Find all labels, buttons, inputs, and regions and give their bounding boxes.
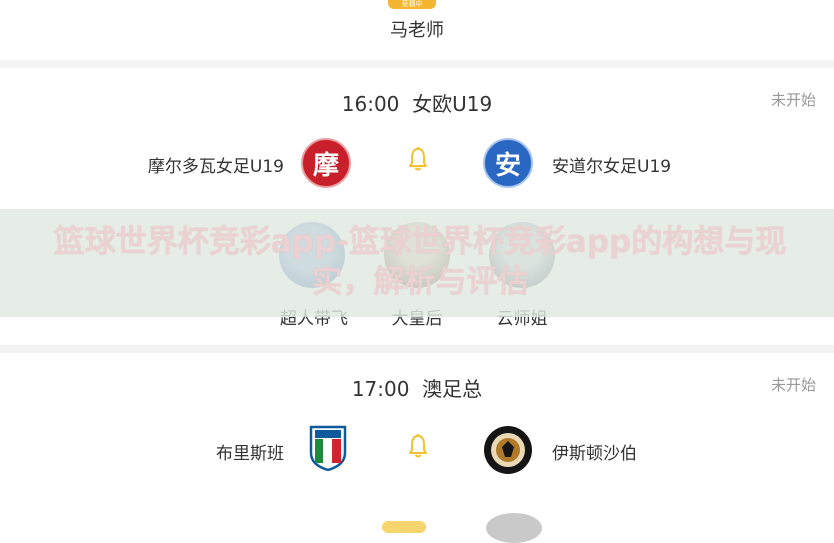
match-status: 未开始 xyxy=(770,91,816,109)
brisbane-crest-icon xyxy=(309,425,347,471)
match-status: 未开始 xyxy=(770,376,816,394)
status-badge xyxy=(382,521,426,533)
match-time-league: 16:00 女欧U19 xyxy=(0,88,834,117)
match-card[interactable]: 16:00 女欧U19 未开始 摩尔多瓦女足U19 摩 安 安道尔女足U19 xyxy=(0,68,834,200)
home-team-name: 摩尔多瓦女足U19 xyxy=(147,157,284,177)
home-team-logo: 摩 xyxy=(301,138,351,188)
bell-icon[interactable] xyxy=(407,433,429,459)
status-badge: 竞猜中 xyxy=(388,0,436,9)
expert-avatar[interactable] xyxy=(486,513,542,543)
match-card[interactable]: 17:00 澳足总 未开始 布里斯班 伊斯顿沙伯 xyxy=(0,353,834,543)
banner-title: 篮球世界杯竞彩app-篮球世界杯竞彩app的构想与现实，解析与评估 xyxy=(53,224,787,300)
home-team-logo-char: 摩 xyxy=(312,150,339,181)
away-team-name: 安道尔女足U19 xyxy=(552,157,672,177)
match-league: 女欧U19 xyxy=(412,92,493,116)
home-team-name: 布里斯班 xyxy=(216,444,284,464)
expert-name[interactable]: 马老师 xyxy=(0,16,834,42)
easton-crest-icon xyxy=(484,426,532,474)
match-time: 16:00 xyxy=(341,92,400,116)
away-team-name: 伊斯顿沙伯 xyxy=(552,444,637,464)
bell-icon[interactable] xyxy=(407,146,429,172)
match-time-league: 17:00 澳足总 xyxy=(0,373,834,402)
match-league: 澳足总 xyxy=(422,377,483,401)
section-divider xyxy=(0,60,834,68)
away-team-logo-char: 安 xyxy=(494,150,521,181)
away-team-logo: 安 xyxy=(483,138,533,188)
section-divider xyxy=(0,345,834,353)
match-time: 17:00 xyxy=(351,377,410,401)
